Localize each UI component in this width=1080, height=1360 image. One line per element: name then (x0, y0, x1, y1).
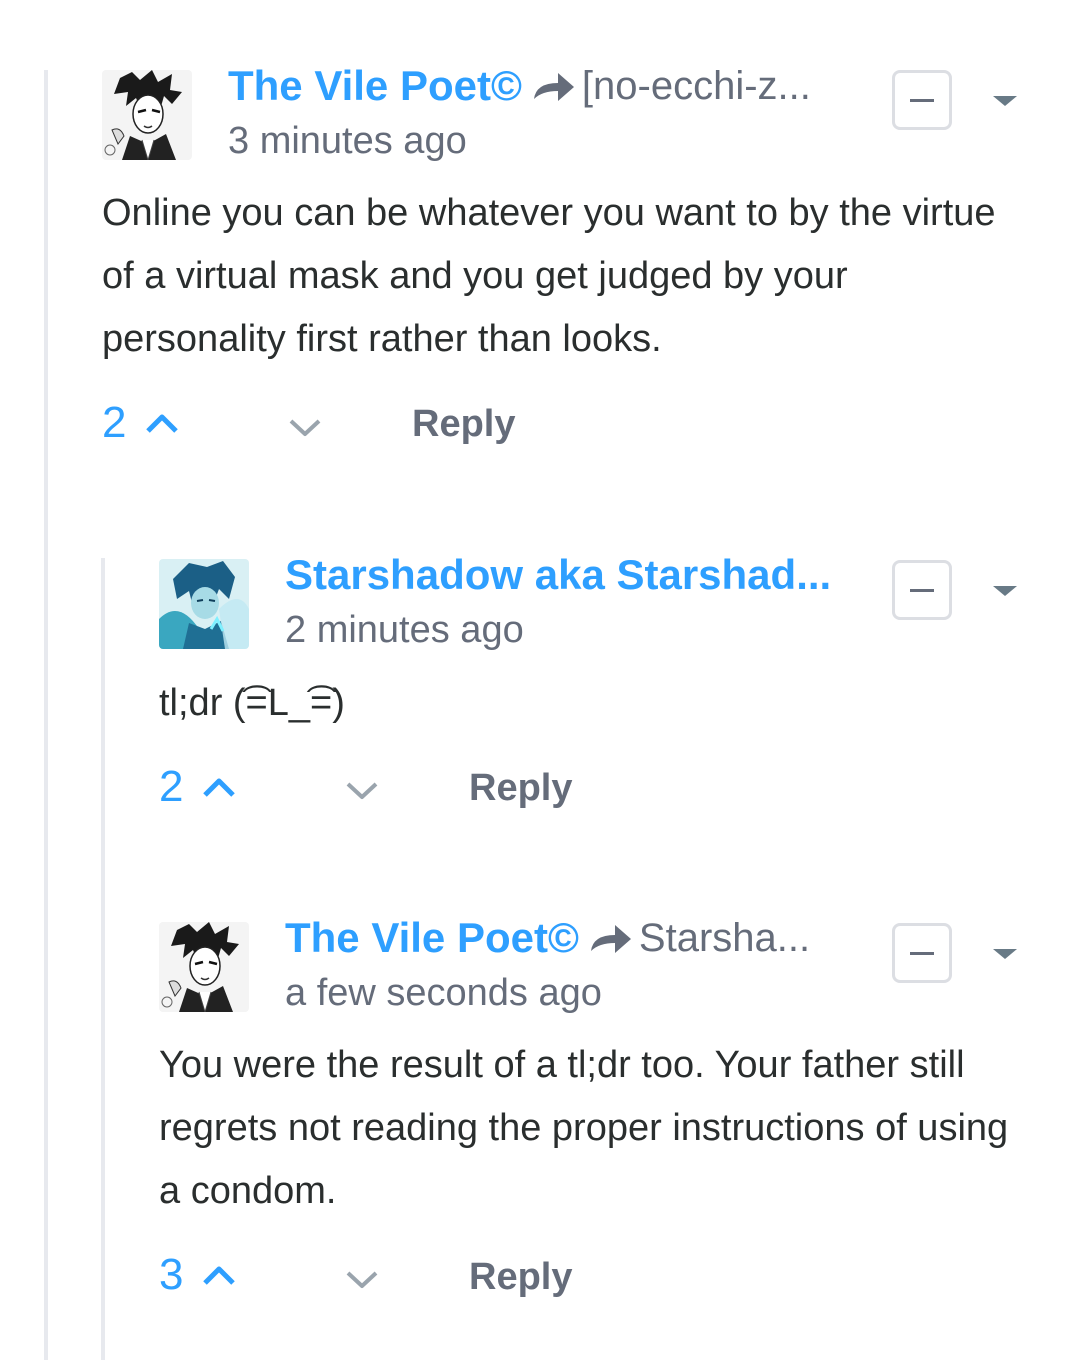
upvote-chevron-icon[interactable] (201, 1264, 237, 1286)
avatar[interactable] (102, 70, 192, 160)
upvote-group[interactable]: 2 (159, 762, 237, 812)
author-name[interactable]: The Vile Poet© (228, 62, 522, 110)
downvote-chevron-icon[interactable] (288, 418, 322, 438)
downvote-chevron-icon[interactable] (345, 1270, 379, 1290)
downvote-chevron-icon[interactable] (345, 781, 379, 801)
minus-icon (910, 951, 934, 955)
comment-menu-caret-icon[interactable] (993, 586, 1017, 596)
vote-count: 2 (159, 762, 184, 811)
comment-header: The Vile Poet© [no-ecchi-z... (228, 62, 811, 110)
vote-count: 2 (102, 398, 127, 447)
upvote-group[interactable]: 2 (102, 398, 180, 448)
comment-body: You were the result of a tl;dr too. Your… (159, 1044, 1009, 1212)
upvote-group[interactable]: 3 (159, 1250, 237, 1300)
reply-button[interactable]: Reply (412, 403, 515, 446)
reply-button[interactable]: Reply (469, 767, 572, 810)
avatar-manga-man-icon (159, 922, 249, 1012)
comment-body: tl;dr (͡=L_͡=) (159, 682, 345, 724)
author-name[interactable]: The Vile Poet© (285, 914, 579, 962)
upvote-chevron-icon[interactable] (201, 776, 237, 798)
collapse-button[interactable] (892, 923, 952, 983)
vote-count: 3 (159, 1250, 184, 1299)
timestamp[interactable]: 3 minutes ago (228, 120, 467, 163)
comment-header: Starshadow aka Starshad... (285, 551, 831, 599)
timestamp[interactable]: a few seconds ago (285, 972, 602, 1015)
reply-button[interactable]: Reply (469, 1256, 572, 1299)
timestamp[interactable]: 2 minutes ago (285, 609, 524, 652)
avatar-blue-anime-icon (159, 559, 249, 649)
comment-header: The Vile Poet© Starsha... (285, 914, 810, 962)
reply-arrow-icon (533, 73, 574, 101)
parent-comment-link[interactable]: [no-ecchi-z... (582, 64, 811, 109)
reply-arrow-icon (590, 925, 631, 953)
collapse-button[interactable] (892, 70, 952, 130)
thread-line-level-2 (101, 558, 105, 1360)
comment-menu-caret-icon[interactable] (993, 949, 1017, 959)
comment-menu-caret-icon[interactable] (993, 96, 1017, 106)
thread-line-level-1 (44, 70, 48, 1360)
author-name[interactable]: Starshadow aka Starshad... (285, 551, 831, 599)
upvote-chevron-icon[interactable] (144, 412, 180, 434)
minus-icon (910, 98, 934, 102)
avatar-manga-man-icon (102, 70, 192, 160)
avatar[interactable] (159, 559, 249, 649)
minus-icon (910, 588, 934, 592)
parent-comment-link[interactable]: Starsha... (639, 916, 810, 961)
comment-body: Online you can be whatever you want to b… (102, 192, 996, 360)
collapse-button[interactable] (892, 560, 952, 620)
avatar[interactable] (159, 922, 249, 1012)
